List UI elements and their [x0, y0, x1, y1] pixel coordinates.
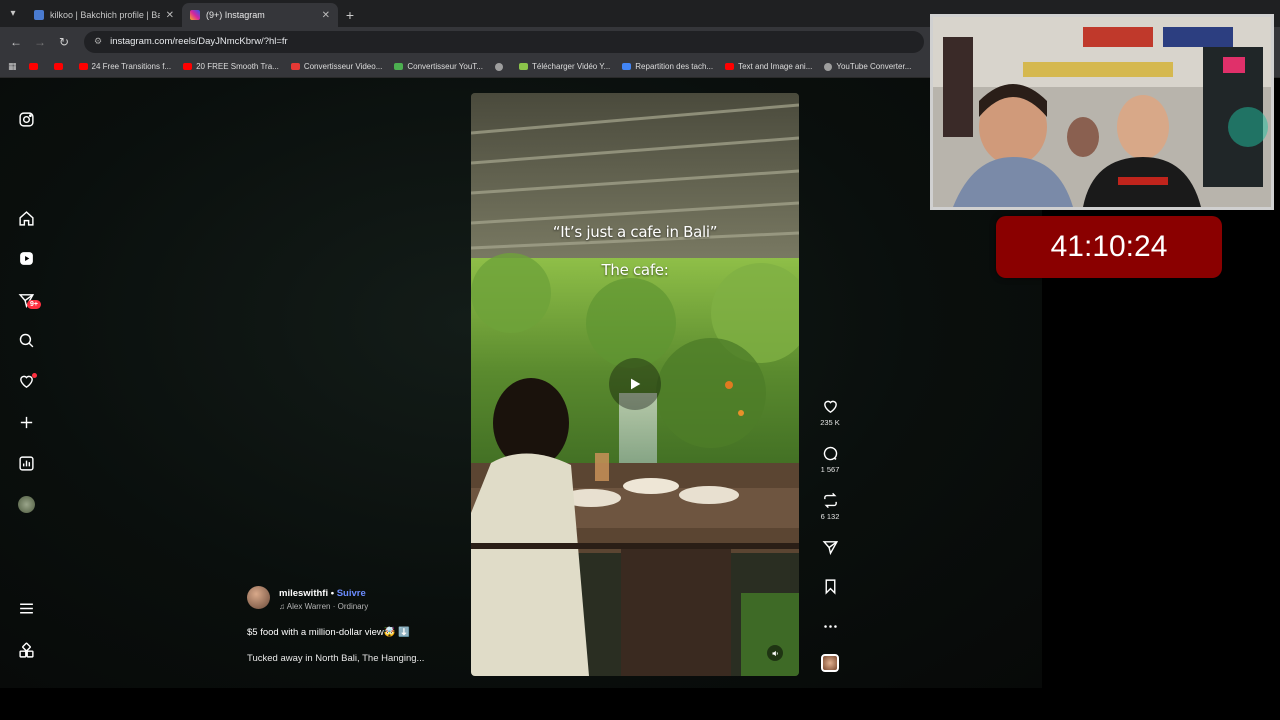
bookmark[interactable]: 24 Free Transitions f...	[78, 62, 171, 71]
author-line: mileswithfi • Suivre	[279, 588, 366, 599]
separator-dot: •	[330, 588, 335, 599]
save-button[interactable]	[814, 578, 846, 595]
webcam-image	[933, 17, 1271, 207]
mute-button[interactable]	[767, 645, 783, 661]
caption-line-2[interactable]: Tucked away in North Bali, The Hanging..…	[247, 653, 424, 664]
bookmark[interactable]: YouTube Converter...	[824, 62, 911, 71]
globe-icon	[494, 62, 503, 71]
speaker-icon	[772, 650, 778, 656]
bookmark[interactable]	[28, 63, 42, 70]
play-icon	[631, 378, 641, 390]
more-dots-icon	[823, 625, 837, 628]
music-note-icon: ♫	[279, 602, 285, 611]
share-icon	[822, 541, 838, 556]
tab-title: kilkoo | Bakchich profile | Bakch	[50, 10, 160, 20]
comment-button[interactable]: 1 567	[814, 445, 846, 474]
youtube-icon	[725, 63, 735, 70]
site-info-icon[interactable]: ⚙	[94, 36, 102, 47]
instagram-sidebar: 9+	[0, 78, 52, 688]
forward-arrow-icon[interactable]: →	[30, 32, 50, 52]
back-arrow-icon[interactable]: ←	[6, 32, 26, 52]
bookmark[interactable]: Convertisseur YouT...	[394, 62, 483, 71]
profile-avatar[interactable]	[16, 494, 36, 514]
create-plus-icon[interactable]	[16, 412, 36, 432]
dashboard-icon[interactable]	[16, 453, 36, 473]
youtube-icon	[78, 63, 88, 70]
url-text: instagram.com/reels/DayJNmcKbrw/?hl=fr	[110, 36, 288, 47]
share-button[interactable]	[814, 539, 846, 556]
new-tab-plus-icon[interactable]: +	[338, 3, 362, 27]
reel-overlay-text-1: “It’s just a cafe in Bali”	[552, 223, 718, 241]
bookmark[interactable]	[53, 63, 67, 70]
like-button[interactable]: 235 K	[814, 398, 846, 427]
heart-icon	[823, 400, 837, 414]
close-icon[interactable]: ✕	[166, 10, 174, 21]
author-username[interactable]: mileswithfi	[279, 588, 328, 599]
instagram-favicon	[190, 10, 200, 20]
screen: ▾ kilkoo | Bakchich profile | Bakch ✕ (9…	[0, 0, 1280, 720]
z-converter-icon	[290, 63, 300, 70]
converter-icon	[394, 63, 404, 70]
reload-icon[interactable]: ↻	[54, 32, 74, 52]
bookmark-icon	[825, 579, 835, 595]
audio-track[interactable]: ♫ Alex Warren · Ordinary	[279, 602, 368, 611]
reels-icon[interactable]	[16, 248, 36, 268]
author-avatar[interactable]	[247, 586, 270, 609]
comment-icon	[823, 446, 837, 461]
download-icon	[518, 63, 528, 70]
play-button[interactable]	[609, 358, 661, 410]
close-icon[interactable]: ✕	[322, 10, 330, 21]
bookmark[interactable]: 20 FREE Smooth Tra...	[183, 62, 279, 71]
meta-apps-icon[interactable]	[16, 640, 36, 660]
bookmark[interactable]: Repartition des tach...	[622, 62, 713, 71]
docs-icon	[622, 63, 632, 70]
youtube-icon	[53, 63, 63, 70]
notification-badge: 9+	[27, 300, 41, 309]
instagram-page: 9+ “It’s just a cafe in Bali” The cafe: …	[0, 78, 1042, 688]
repost-button[interactable]: 6 132	[814, 492, 846, 521]
home-icon[interactable]	[16, 208, 36, 228]
youtube-icon	[28, 63, 38, 70]
reel-overlay-text-2: The cafe:	[601, 261, 669, 279]
search-icon[interactable]	[16, 330, 36, 350]
audio-track-label: Alex Warren · Ordinary	[286, 602, 369, 611]
audio-cover-icon	[821, 654, 839, 672]
menu-hamburger-icon[interactable]	[16, 598, 36, 618]
globe-icon	[824, 62, 833, 71]
instagram-logo-icon[interactable]	[16, 109, 36, 129]
bookmark[interactable]: Télécharger Vidéo Y...	[518, 62, 610, 71]
bookmark[interactable]: Convertisseur Video...	[290, 62, 382, 71]
tab-title: (9+) Instagram	[206, 10, 265, 20]
address-bar[interactable]: ⚙ instagram.com/reels/DayJNmcKbrw/?hl=fr	[84, 30, 924, 53]
browser-tab-2[interactable]: (9+) Instagram ✕	[182, 3, 338, 27]
repost-count: 6 132	[820, 512, 840, 521]
apps-grid-icon[interactable]: ▦	[8, 61, 17, 72]
repost-icon	[823, 492, 837, 509]
reel-video[interactable]: “It’s just a cafe in Bali” The cafe:	[471, 93, 799, 676]
activity-dot	[32, 373, 37, 378]
stream-timer: 41:10:24	[996, 216, 1222, 278]
youtube-icon	[183, 63, 193, 70]
bookmark[interactable]	[494, 62, 507, 71]
like-count: 235 K	[820, 418, 840, 427]
caption-line-1: $5 food with a million-dollar view🤯 ⬇️	[247, 627, 411, 638]
follow-button[interactable]: Suivre	[337, 588, 366, 599]
tab-favicon	[34, 10, 44, 20]
audio-thumbnail[interactable]	[814, 654, 846, 672]
tab-search-chevron-icon[interactable]: ▾	[0, 0, 26, 27]
comment-count: 1 567	[820, 465, 840, 474]
webcam-overlay	[930, 14, 1274, 210]
more-options-button[interactable]	[814, 618, 846, 635]
browser-tab-1[interactable]: kilkoo | Bakchich profile | Bakch ✕	[26, 3, 182, 27]
bookmark[interactable]: Text and Image ani...	[725, 62, 812, 71]
